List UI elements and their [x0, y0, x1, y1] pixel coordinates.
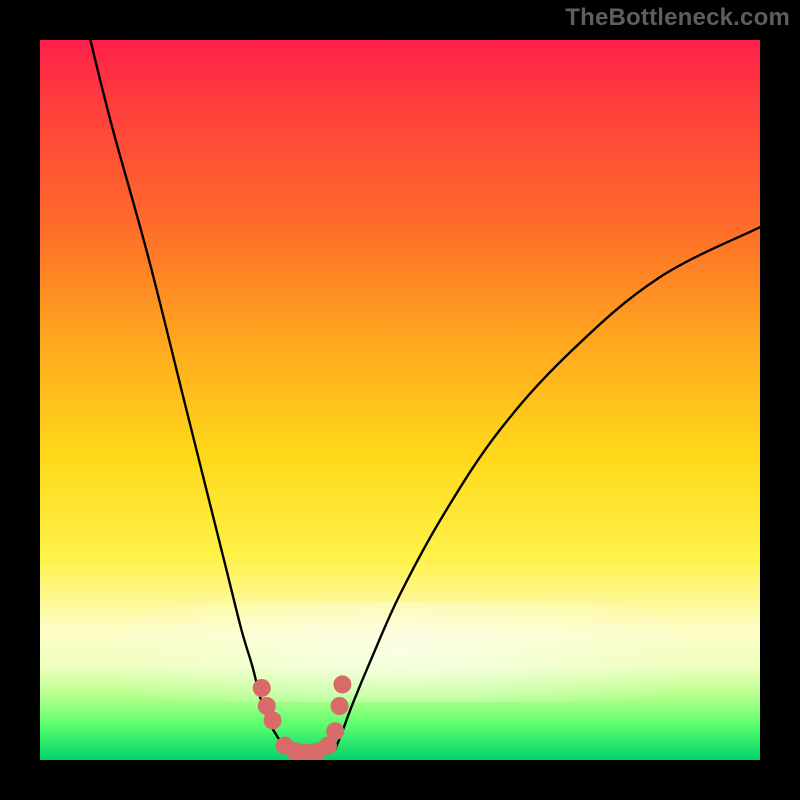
- marker-dot: [326, 722, 344, 740]
- curve-layer: [40, 40, 760, 760]
- chart-frame: TheBottleneck.com: [0, 0, 800, 800]
- plot-area: [40, 40, 760, 760]
- marker-dot: [264, 711, 282, 729]
- marker-dot: [331, 697, 349, 715]
- watermark-text: TheBottleneck.com: [565, 4, 790, 32]
- marker-dot: [253, 679, 271, 697]
- left-branch-curve: [90, 40, 288, 749]
- valley-markers: [253, 675, 352, 760]
- marker-dot: [333, 675, 351, 693]
- right-branch-curve: [335, 227, 760, 749]
